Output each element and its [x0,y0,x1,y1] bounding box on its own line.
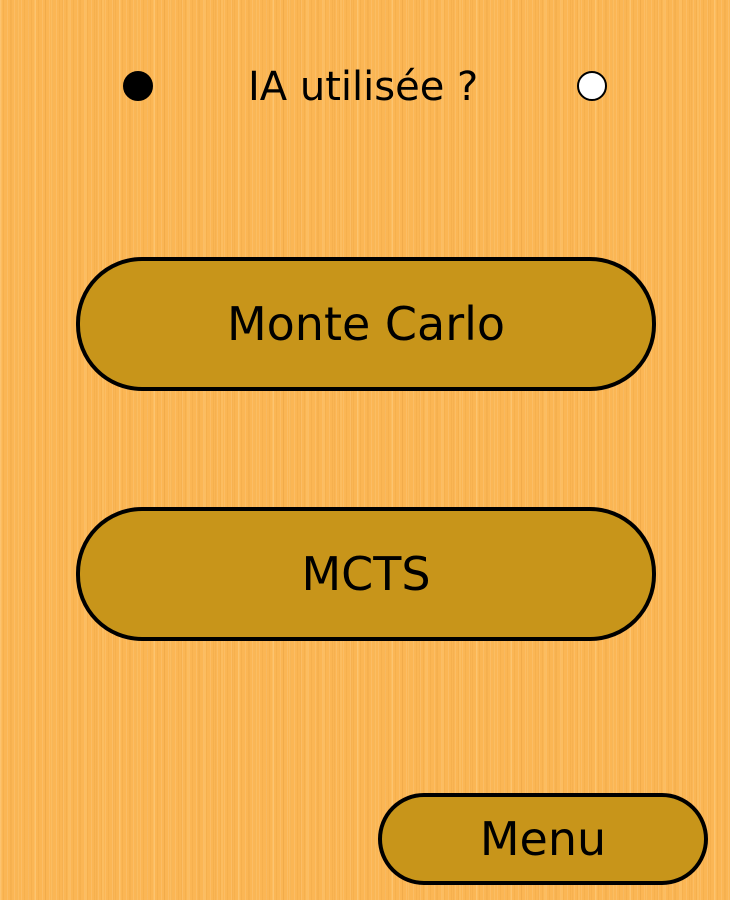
white-player-token-icon [577,71,607,101]
mcts-button-label: MCTS [301,547,431,601]
page-title: IA utilisée ? [248,64,479,110]
mcts-button[interactable]: MCTS [76,507,656,641]
monte-carlo-button[interactable]: Monte Carlo [76,257,656,391]
monte-carlo-button-label: Monte Carlo [226,297,506,351]
menu-button-label: Menu [479,812,607,866]
header: IA utilisée ? [0,60,730,114]
black-player-token-icon [123,71,153,101]
menu-button[interactable]: Menu [378,793,708,885]
